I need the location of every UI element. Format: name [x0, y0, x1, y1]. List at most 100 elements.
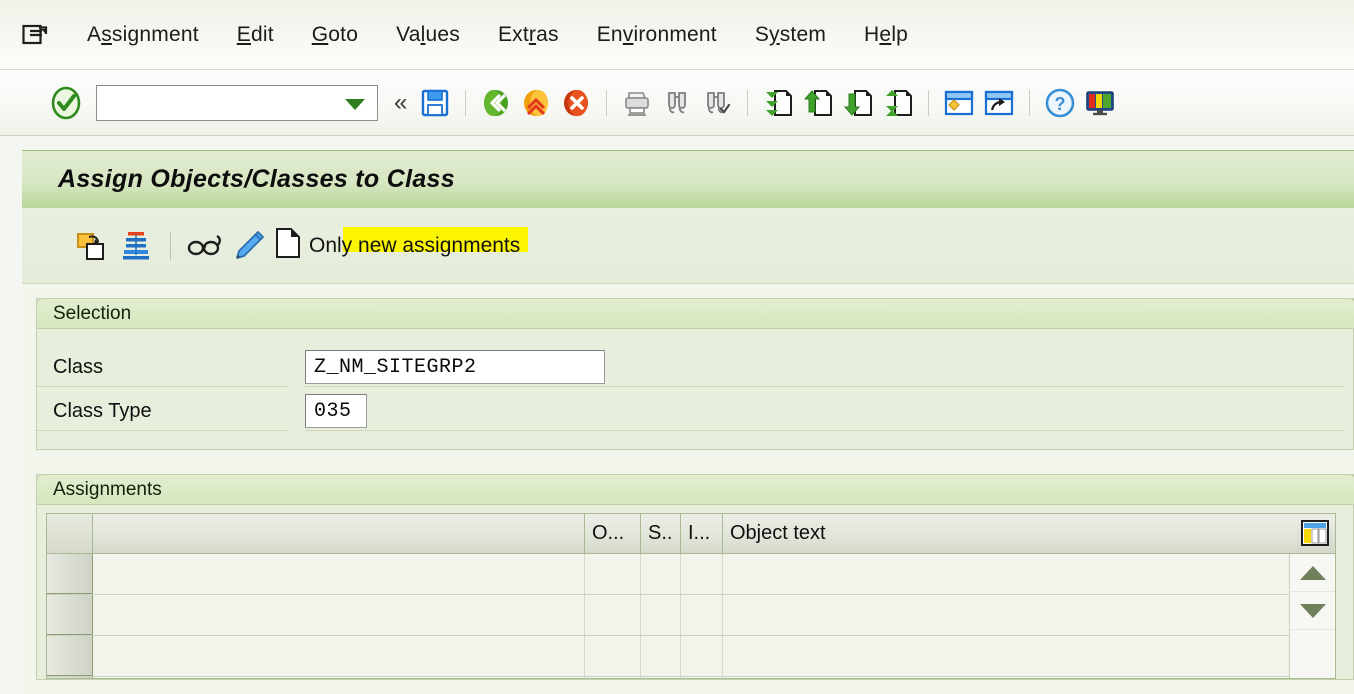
row-selector[interactable]: [47, 636, 93, 676]
column-header-object[interactable]: O...: [585, 514, 641, 553]
previous-page-button[interactable]: [798, 83, 838, 123]
selection-group-title: Selection: [53, 302, 132, 324]
cell-blank[interactable]: [93, 595, 585, 635]
menu-item-system[interactable]: System: [736, 23, 845, 47]
cell-object-text[interactable]: [723, 677, 1291, 678]
cell-blank[interactable]: [93, 636, 585, 676]
menu-item-assignment[interactable]: Assignment: [68, 23, 218, 47]
toolbar-separator: [1029, 89, 1031, 116]
grid-select-all-corner[interactable]: [47, 514, 93, 553]
scroll-up-triangle-icon[interactable]: [1290, 554, 1335, 592]
scroll-down-triangle-icon[interactable]: [1290, 592, 1335, 630]
cell-object[interactable]: [585, 636, 641, 676]
create-session-button[interactable]: [939, 83, 979, 123]
help-button[interactable]: ?: [1040, 83, 1080, 123]
only-new-assignments-button[interactable]: Only new assignments: [275, 224, 528, 268]
double-chevron-left-icon[interactable]: «: [386, 90, 415, 115]
toolbar-separator: [928, 89, 930, 116]
assignments-group-title: Assignments: [53, 478, 162, 500]
menu-item-values[interactable]: Values: [377, 23, 479, 47]
print-button[interactable]: [617, 83, 657, 123]
glasses-display-icon[interactable]: [183, 224, 227, 268]
svg-text:?: ?: [1055, 94, 1066, 114]
column-header-blank[interactable]: [93, 514, 585, 553]
menu-item-goto[interactable]: Goto: [293, 23, 377, 47]
menu-bar: Assignment Edit Goto Values Extras Envir…: [0, 0, 1354, 70]
find-button[interactable]: [657, 83, 697, 123]
cancel-button[interactable]: [556, 83, 596, 123]
cell-status[interactable]: [641, 677, 681, 678]
cell-object[interactable]: [585, 595, 641, 635]
cell-item[interactable]: [681, 554, 723, 594]
assignments-grid-header: O... S.. I... Object text: [47, 514, 1335, 554]
class-type-row-underline: [305, 430, 1345, 431]
row-selector[interactable]: [47, 554, 93, 594]
column-header-item[interactable]: I...: [681, 514, 723, 553]
sap-gui-window: Assignment Edit Goto Values Extras Envir…: [0, 0, 1354, 694]
column-header-status[interactable]: S..: [641, 514, 681, 553]
pencil-change-icon[interactable]: [227, 224, 271, 268]
assignments-group-header: Assignments: [36, 474, 1354, 505]
sap-system-menu-icon[interactable]: [22, 23, 48, 47]
blue-stacked-list-icon[interactable]: [114, 224, 158, 268]
class-type-row: Class Type: [37, 391, 1354, 431]
grid-vertical-scroll[interactable]: [1289, 554, 1335, 678]
selection-group: Selection Class Class Type: [36, 298, 1354, 450]
green-check-enter-icon[interactable]: [46, 83, 86, 123]
menu-item-extras[interactable]: Extras: [479, 23, 578, 47]
app-toolbar-separator: [170, 231, 171, 260]
table-row[interactable]: [47, 595, 1335, 636]
cell-object[interactable]: [585, 677, 641, 678]
back-button[interactable]: [476, 83, 516, 123]
class-type-field[interactable]: [305, 394, 367, 428]
cell-object[interactable]: [585, 554, 641, 594]
exit-button[interactable]: [516, 83, 556, 123]
find-next-button[interactable]: [697, 83, 737, 123]
table-row[interactable]: [47, 636, 1335, 677]
row-selector[interactable]: [47, 677, 93, 678]
column-configuration-icon[interactable]: [1297, 516, 1333, 550]
page-title: Assign Objects/Classes to Class: [58, 165, 455, 193]
cell-blank[interactable]: [93, 677, 585, 678]
selection-group-header: Selection: [36, 298, 1354, 329]
class-label: Class: [37, 347, 289, 387]
table-row[interactable]: [47, 677, 1335, 678]
system-toolbar: « ?: [0, 70, 1354, 136]
class-field[interactable]: [305, 350, 605, 384]
assignments-grid: O... S.. I... Object text: [46, 513, 1336, 679]
cell-object-text[interactable]: [723, 636, 1291, 676]
table-row[interactable]: [47, 554, 1335, 595]
new-object-assignment-icon[interactable]: [70, 224, 114, 268]
class-input[interactable]: [312, 352, 604, 382]
cell-status[interactable]: [641, 636, 681, 676]
command-input[interactable]: [97, 87, 337, 118]
customize-layout-icon[interactable]: [1080, 83, 1120, 123]
cell-object-text[interactable]: [723, 554, 1291, 594]
screen-body: Selection Class Class Type Assignments: [22, 284, 1354, 694]
assignments-grid-body: [47, 554, 1335, 678]
chevron-down-icon[interactable]: [345, 98, 365, 110]
cell-item[interactable]: [681, 595, 723, 635]
class-type-input[interactable]: [312, 396, 366, 426]
next-page-button[interactable]: [838, 83, 878, 123]
last-page-button[interactable]: [878, 83, 918, 123]
create-shortcut-button[interactable]: [979, 83, 1019, 123]
cell-status[interactable]: [641, 554, 681, 594]
cell-object-text[interactable]: [723, 595, 1291, 635]
save-button[interactable]: [415, 83, 455, 123]
cell-item[interactable]: [681, 677, 723, 678]
menu-item-edit[interactable]: Edit: [218, 23, 293, 47]
class-row: Class: [37, 347, 1354, 387]
first-page-button[interactable]: [758, 83, 798, 123]
toolbar-separator: [465, 89, 467, 116]
row-selector[interactable]: [47, 595, 93, 635]
cell-status[interactable]: [641, 595, 681, 635]
menu-item-help[interactable]: Help: [845, 23, 927, 47]
only-new-assignments-label: Only new assignments: [309, 226, 528, 258]
command-field[interactable]: [96, 84, 378, 121]
column-header-object-text[interactable]: Object text: [723, 514, 1291, 553]
toolbar-separator: [606, 89, 608, 116]
cell-item[interactable]: [681, 636, 723, 676]
cell-blank[interactable]: [93, 554, 585, 594]
menu-item-environment[interactable]: Environment: [578, 23, 736, 47]
